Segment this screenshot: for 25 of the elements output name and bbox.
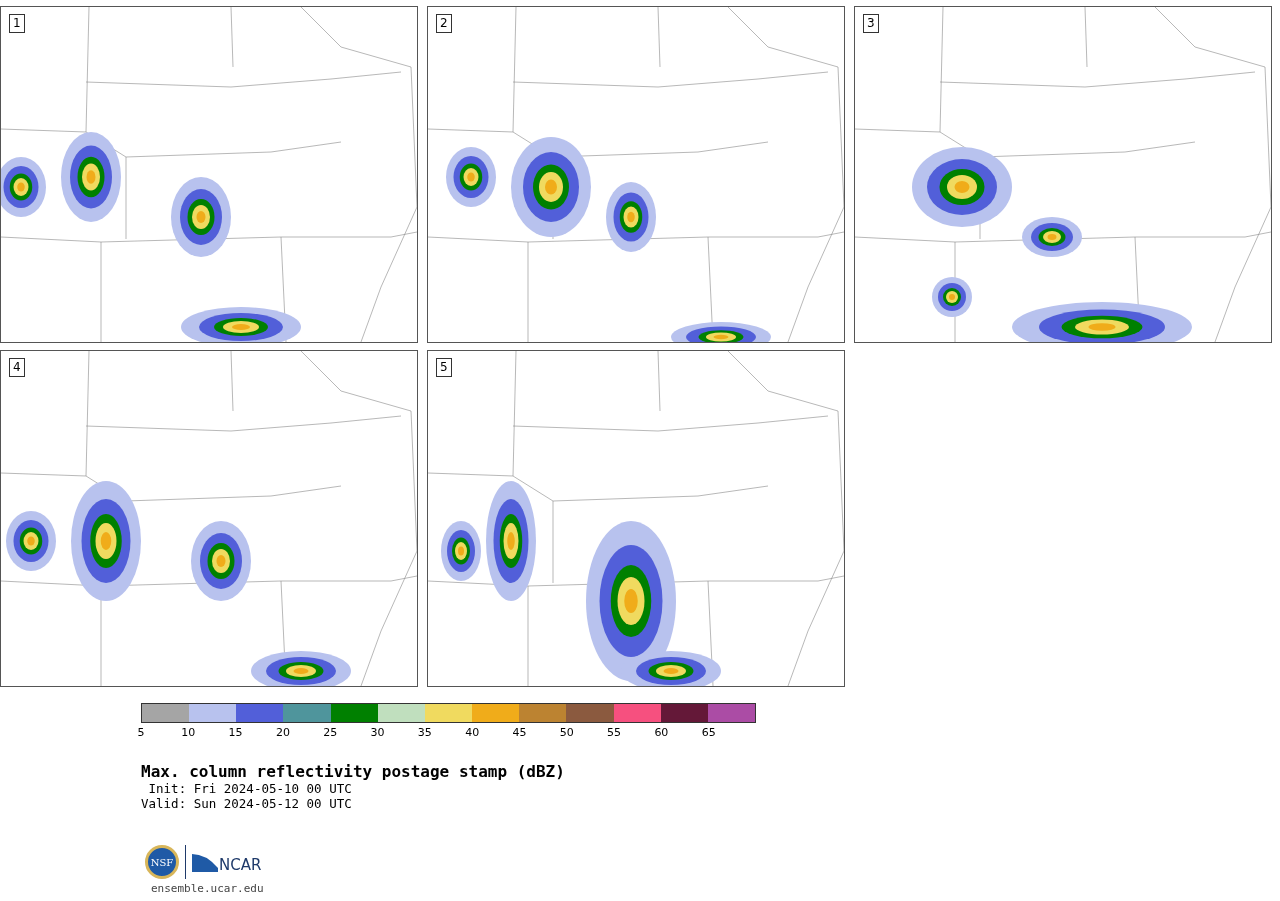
- colorbar-tick-label: 55: [607, 727, 622, 739]
- colorbar-tick-label: 30: [370, 727, 385, 739]
- colorbar-tick-label: 15: [228, 727, 243, 739]
- nsf-logo: NSF: [145, 845, 179, 879]
- panel-number: 5: [436, 358, 452, 377]
- ncar-logo: NCAR: [219, 854, 262, 876]
- colorbar-tick-label: 10: [181, 727, 196, 739]
- colorbar-tick-label: 60: [654, 727, 669, 739]
- colorbar-tick-label: 65: [701, 727, 716, 739]
- panel-number: 2: [436, 14, 452, 33]
- panel-number: 1: [9, 14, 25, 33]
- website-link[interactable]: ensemble.ucar.edu: [151, 881, 264, 898]
- colorbar-tick-label: 45: [512, 727, 527, 739]
- colorbar-tick-label: 35: [417, 727, 432, 739]
- init-time: Init: Fri 2024-05-10 00 UTC: [147, 781, 353, 796]
- colorbar-tick-label: 40: [465, 727, 480, 739]
- valid-time: Valid: Sun 2024-05-12 00 UTC: [141, 796, 353, 811]
- ncar-swoosh-icon: [192, 852, 218, 872]
- panel-number: 4: [9, 358, 25, 377]
- panel-number: 3: [863, 14, 879, 33]
- chart-title: Max. column reflectivity postage stamp (dBZ): [141, 763, 566, 781]
- colorbar-tick-label: 50: [559, 727, 574, 739]
- colorbar-tick-label: 20: [275, 727, 290, 739]
- colorbar-tick-label: 25: [323, 727, 338, 739]
- colorbar-tick-label: 5: [137, 727, 145, 739]
